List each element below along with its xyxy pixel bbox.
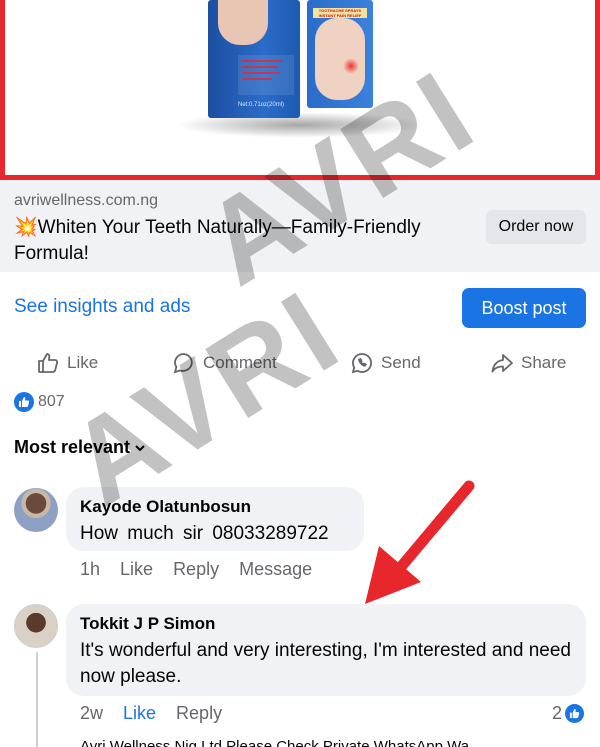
like-label: Like <box>67 353 99 372</box>
comment-reply-button[interactable]: Reply <box>173 559 219 580</box>
like-reaction-icon <box>565 704 585 723</box>
comment-message-button[interactable]: Message <box>239 559 312 580</box>
share-icon <box>491 354 513 373</box>
link-headline[interactable]: 💥Whiten Your Teeth Naturally—Family-Frie… <box>14 215 464 267</box>
collision-emoji: 💥 <box>14 217 38 238</box>
comment-author[interactable]: Tokkit J P Simon <box>80 614 215 634</box>
comment-text: It's wonderful and very interesting, I'm… <box>80 640 571 687</box>
like-reaction-icon <box>14 392 34 412</box>
product-face-image-2 <box>315 18 365 100</box>
comment-reply-button[interactable]: Reply <box>176 703 222 724</box>
boost-post-button[interactable]: Boost post <box>462 288 586 328</box>
comment-author[interactable]: Kayode Olatunbosun <box>80 497 251 517</box>
red-arrow-annotation <box>365 480 475 604</box>
product-text-line <box>242 60 282 62</box>
sort-label: Most relevant <box>14 437 131 457</box>
reply-preview[interactable]: Avri Wellness Nig Ltd Please Check Priva… <box>80 738 600 747</box>
send-label: Send <box>381 353 421 372</box>
share-button[interactable]: Share <box>490 350 566 376</box>
comment-reaction-number: 2 <box>552 703 563 723</box>
product-box-image-2: TOOTHACHE SPRAYS INSTANT PAIN RELIEF <box>307 0 373 108</box>
reaction-summary[interactable]: 807 <box>14 392 65 412</box>
comment-like-button[interactable]: Like <box>123 703 156 724</box>
comment-sort-dropdown[interactable]: Most relevant <box>14 437 146 458</box>
product-box-image: Net:0.71oz(20ml) <box>208 0 300 118</box>
share-label: Share <box>521 353 567 372</box>
product-text-line <box>242 66 278 68</box>
product-label: TOOTHACHE SPRAYS INSTANT PAIN RELIEF <box>313 8 367 18</box>
chevron-down-icon <box>135 444 145 451</box>
send-button[interactable]: Send <box>350 350 421 376</box>
comment-actions: 1h Like Reply Message <box>80 559 332 580</box>
ad-image[interactable]: Net:0.71oz(20ml) TOOTHACHE SPRAYS INSTAN… <box>0 0 600 180</box>
product-text-line <box>242 78 272 80</box>
comment-bubble[interactable]: Tokkit J P Simon It's wonderful and very… <box>66 604 586 696</box>
whatsapp-icon <box>351 353 372 374</box>
comment-label: Comment <box>203 353 277 372</box>
comment-time: 1h <box>80 559 101 579</box>
thumbs-up-icon <box>38 353 59 373</box>
link-headline-text: Whiten Your Teeth Naturally—Family-Frien… <box>14 217 421 264</box>
comment-actions: 2w Like Reply <box>80 703 242 724</box>
avatar[interactable] <box>14 488 58 532</box>
comment-icon <box>173 353 193 374</box>
comment-text: How much sir 08033289722 <box>80 523 329 544</box>
order-now-button[interactable]: Order now <box>486 210 586 244</box>
product-text-line <box>242 72 280 74</box>
avatar[interactable] <box>14 604 58 648</box>
thread-line <box>36 652 38 747</box>
comment-reaction-count[interactable]: 2 <box>552 703 585 724</box>
product-face-image <box>218 0 268 45</box>
product-net-label: Net:0.71oz(20ml) <box>238 102 285 108</box>
comment-button[interactable]: Comment <box>172 350 277 376</box>
link-domain: avriwellness.com.ng <box>14 192 159 209</box>
like-button[interactable]: Like <box>36 350 98 376</box>
reaction-count: 807 <box>38 393 65 410</box>
comment-bubble[interactable]: Kayode Olatunbosun How much sir 08033289… <box>66 487 364 551</box>
comment-time: 2w <box>80 703 104 723</box>
comment-like-button[interactable]: Like <box>120 559 153 580</box>
see-insights-link[interactable]: See insights and ads <box>14 296 190 318</box>
pain-spot <box>343 58 359 74</box>
